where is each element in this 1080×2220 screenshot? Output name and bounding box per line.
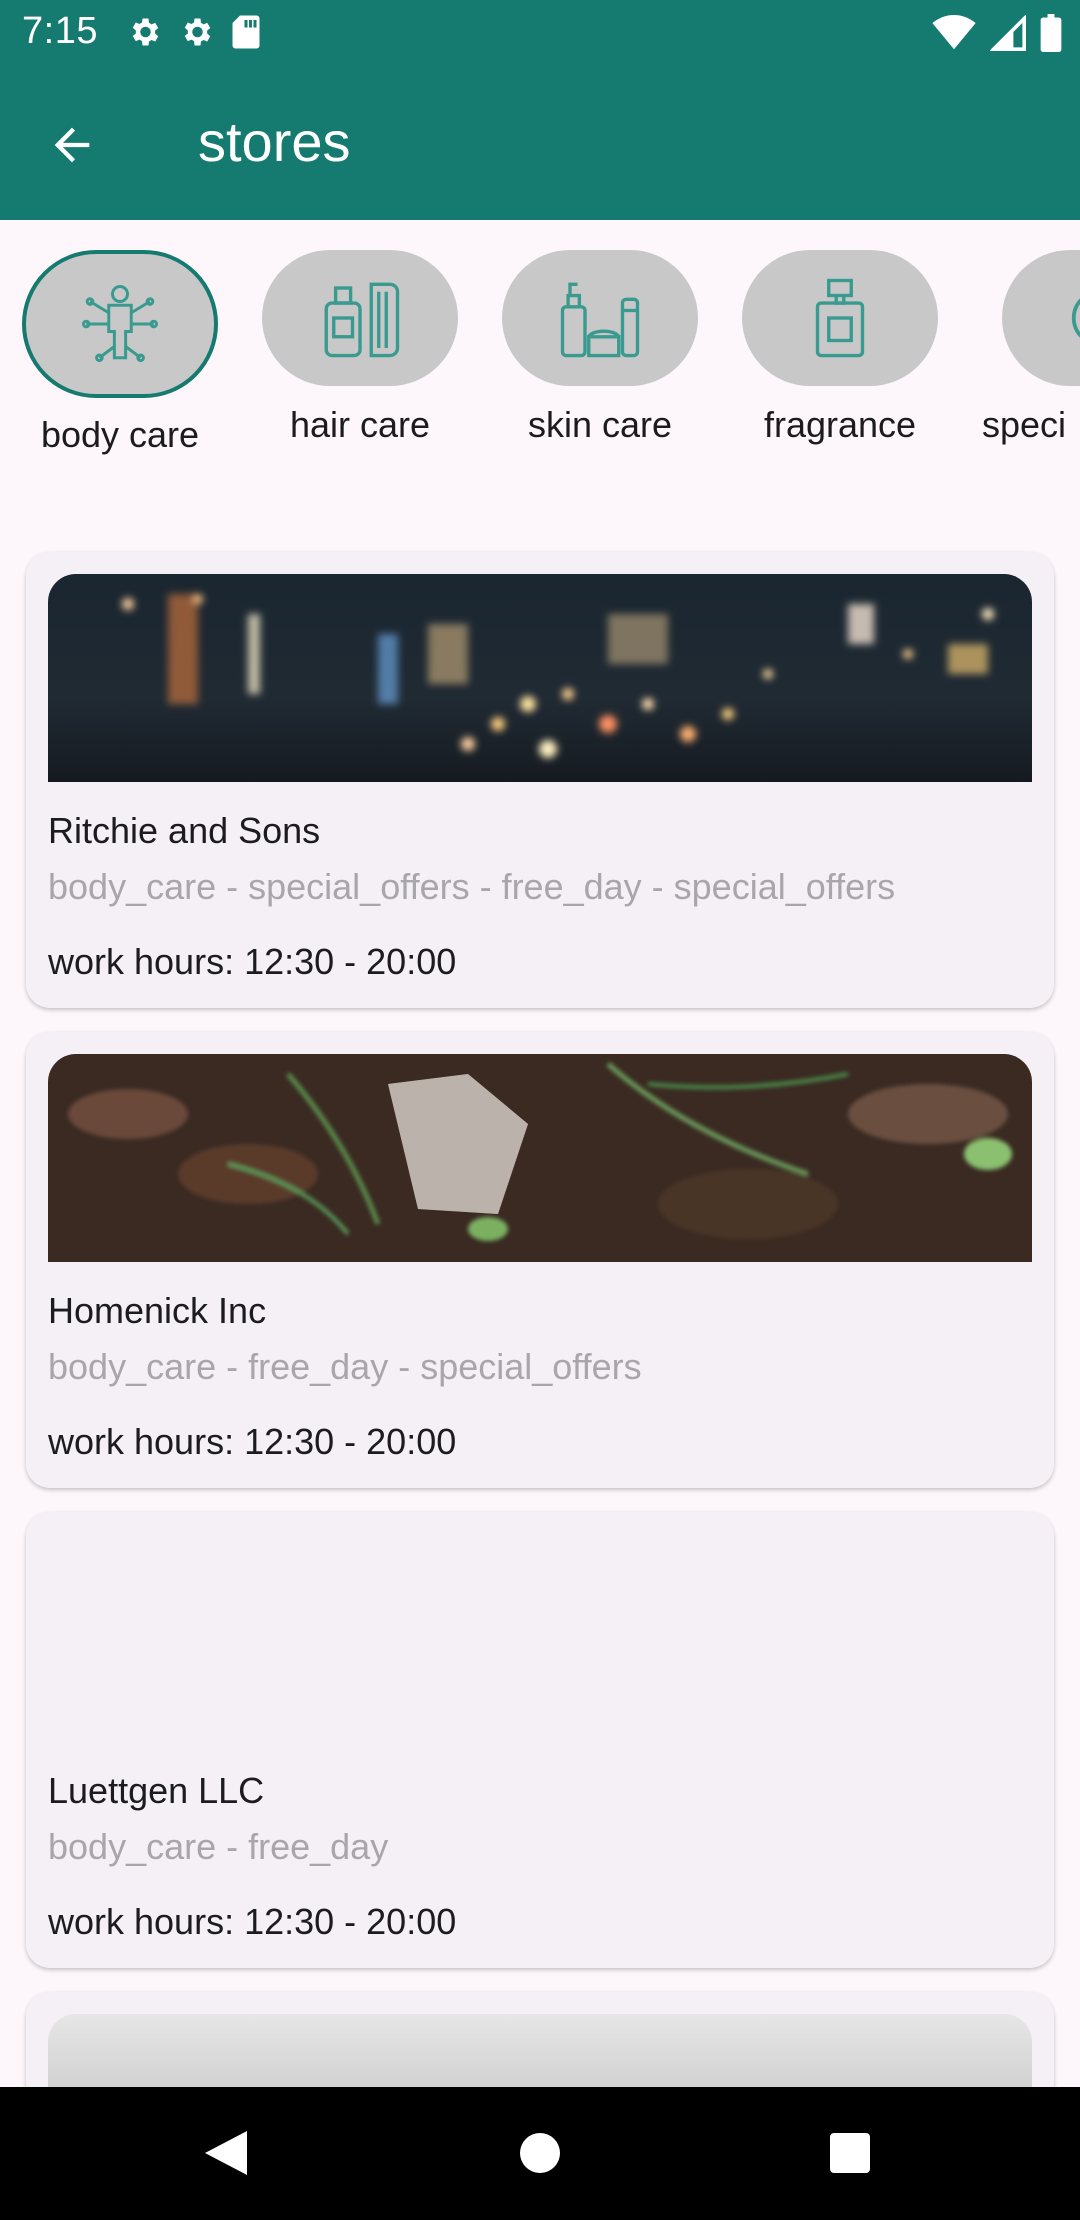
store-hours: work hours: 12:30 - 20:00 <box>48 941 457 982</box>
category-skin-care[interactable]: skin care <box>502 250 698 446</box>
nav-home-button[interactable] <box>504 2117 576 2189</box>
store-tags: body_care - free_day - special_offers <box>48 1346 642 1387</box>
category-fragrance[interactable]: fragrance <box>742 250 938 446</box>
store-name: Ritchie and Sons <box>48 810 321 851</box>
store-image <box>48 1054 1032 1262</box>
status-bar: 7:15 <box>0 0 1080 63</box>
store-tags: body_care - special_offers - free_day - … <box>48 866 896 907</box>
body-icon <box>81 285 159 363</box>
nav-recents-button[interactable] <box>814 2117 886 2189</box>
category-label: skin care <box>527 404 673 445</box>
store-card[interactable]: Luettgen LLC body_care - free_day work h… <box>26 1512 1054 1968</box>
nav-back-button[interactable] <box>190 2117 262 2189</box>
wifi-icon <box>932 15 976 50</box>
category-hair-care[interactable]: hair care <box>262 250 458 446</box>
store-name: Luettgen LLC <box>48 1770 265 1811</box>
category-label: hair care <box>289 404 431 445</box>
status-time: 7:15 <box>22 10 98 52</box>
home-circle-icon <box>520 2133 560 2173</box>
store-tags: body_care - free_day <box>48 1826 389 1867</box>
category-list: body care hair care skin care fragrance … <box>0 250 1080 470</box>
perfume-icon <box>815 278 865 358</box>
category-special[interactable]: speci <box>982 250 1080 446</box>
category-body-care[interactable]: body care <box>22 250 218 456</box>
app-bar: stores <box>0 63 1080 220</box>
hair-care-icon <box>324 282 400 358</box>
page-title: stores <box>198 110 351 173</box>
gear-icon <box>132 18 159 46</box>
store-name: Homenick Inc <box>48 1290 267 1331</box>
back-triangle-icon <box>205 2131 247 2175</box>
special-icon <box>1071 298 1080 338</box>
store-card[interactable]: Homenick Inc body_care - free_day - spec… <box>26 1032 1054 1488</box>
gear-icon <box>184 18 211 46</box>
system-nav-bar <box>0 2087 1080 2220</box>
store-hours: work hours: 12:30 - 20:00 <box>48 1901 457 1942</box>
recents-square-icon <box>830 2133 870 2173</box>
signal-icon <box>990 15 1026 51</box>
store-hours: work hours: 12:30 - 20:00 <box>48 1421 457 1462</box>
battery-icon <box>1040 14 1062 52</box>
category-label: fragrance <box>763 404 917 445</box>
store-image <box>48 574 1032 782</box>
skin-care-icon <box>560 282 640 358</box>
arrow-back-icon <box>54 127 90 163</box>
store-image-empty <box>48 1534 1032 1742</box>
back-button[interactable] <box>40 113 104 177</box>
sd-card-icon <box>232 15 260 49</box>
category-label: speci <box>982 404 1067 445</box>
store-card[interactable]: Ritchie and Sons body_care - special_off… <box>26 552 1054 1008</box>
category-label: body care <box>40 414 200 455</box>
